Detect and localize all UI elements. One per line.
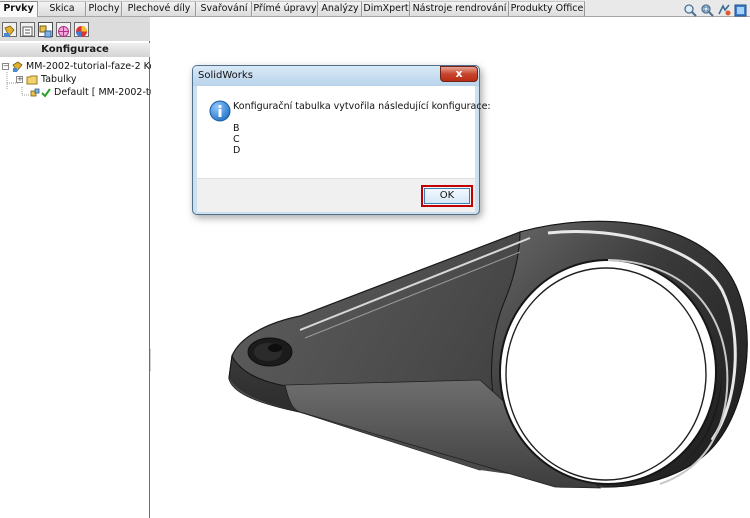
configuration-manager-panel: Konfigurace − MM-2002-tutorial-faze-2 Ko…: [0, 17, 161, 518]
tab-label: Plochy: [88, 3, 120, 14]
tab-nastroje-rendrovani[interactable]: Nástroje rendrování: [411, 1, 509, 16]
feature-manager-icon: [4, 25, 15, 37]
feature-manager-tab[interactable]: [2, 22, 17, 37]
dialog-titlebar[interactable]: SolidWorks x: [193, 66, 479, 86]
tab-plechove-dily[interactable]: Plechové díly: [123, 1, 196, 16]
collapse-toggle[interactable]: −: [2, 63, 9, 70]
tree-item-default-label: Default [ MM-2002-tu: [54, 87, 156, 98]
display-manager-tab[interactable]: [74, 22, 89, 37]
info-icon: [209, 100, 231, 122]
tree-connectors: [6, 72, 30, 96]
tab-analyzy[interactable]: Analýzy: [319, 1, 362, 16]
tab-label: Přímé úpravy: [253, 3, 317, 14]
command-manager-tabs: Prvky Skica Plochy Plechové díly Svařová…: [0, 0, 750, 18]
solidworks-message-dialog: SolidWorks x Konfigurační tabulka vytvoř…: [192, 65, 491, 215]
dialog-message: Konfigurační tabulka vytvořila následují…: [233, 101, 491, 112]
configuration-manager-tab[interactable]: [38, 22, 53, 38]
manager-tabs: [0, 17, 150, 41]
dimxpert-manager-tab[interactable]: [56, 22, 71, 37]
part-config-icon: [12, 61, 23, 72]
ok-button[interactable]: OK: [421, 185, 473, 207]
config-name: D: [233, 145, 241, 156]
ok-button-label: OK: [439, 190, 455, 201]
expand-toggle[interactable]: +: [16, 76, 23, 83]
tab-label: Nástroje rendrování: [412, 3, 507, 14]
tab-label: Prvky: [3, 3, 34, 14]
tab-prime-upravy[interactable]: Přímé úpravy: [253, 1, 318, 16]
view-orientation-icon[interactable]: [734, 3, 748, 17]
dialog-close-button[interactable]: x: [440, 66, 478, 82]
previous-view-icon[interactable]: [717, 3, 731, 17]
tab-prvky[interactable]: Prvky: [0, 1, 38, 18]
dialog-body: Konfigurační tabulka vytvořila následují…: [197, 86, 491, 178]
tab-label: Analýzy: [321, 3, 359, 14]
tab-label: Skica: [49, 3, 75, 14]
panel-title: Konfigurace: [0, 43, 150, 57]
tab-label: Plechové díly: [127, 3, 191, 14]
tab-label: Produkty Office: [510, 3, 584, 14]
tree-item-tables-label: Tabulky: [41, 74, 77, 85]
ok-button-face: OK: [424, 188, 470, 204]
tab-plochy[interactable]: Plochy: [87, 1, 122, 16]
zoom-to-fit-icon[interactable]: [683, 3, 697, 17]
dimxpert-manager-icon: [58, 26, 69, 37]
zoom-to-area-icon[interactable]: [700, 3, 714, 17]
tab-skica[interactable]: Skica: [39, 1, 86, 16]
tab-label: DimXpert: [363, 3, 409, 14]
tab-dimxpert[interactable]: DimXpert: [363, 1, 410, 16]
dialog-title: SolidWorks: [198, 70, 253, 81]
tab-label: Svařování: [200, 3, 248, 14]
solidworks-window: Prvky Skica Plochy Plechové díly Svařová…: [0, 0, 750, 518]
tab-svarovani[interactable]: Svařování: [197, 1, 252, 16]
dialog-footer: OK: [197, 178, 475, 212]
config-name: C: [233, 134, 240, 145]
folder-icon: [26, 75, 38, 85]
display-manager-icon: [76, 26, 87, 37]
tree-item-root-label: MM-2002-tutorial-faze-2 Kon: [26, 61, 162, 72]
config-name: B: [233, 123, 240, 134]
configuration-icon: [30, 88, 40, 97]
configuration-manager-icon: [39, 25, 52, 38]
property-manager-tab[interactable]: [20, 22, 35, 37]
tab-produkty-office[interactable]: Produkty Office: [510, 1, 585, 16]
checkmark-icon: [41, 88, 51, 98]
property-manager-icon: [22, 26, 33, 37]
